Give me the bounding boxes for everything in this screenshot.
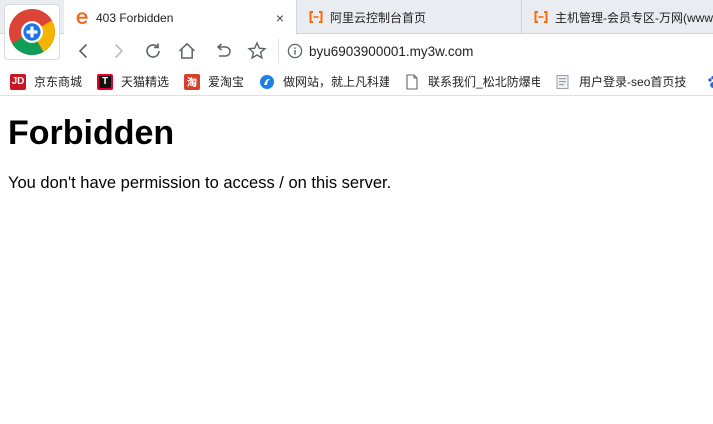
ie-e-icon <box>76 11 88 24</box>
bookmark-fkw[interactable]: 做网站，就上凡科建 <box>249 68 394 95</box>
url-text[interactable]: byu6903900001.my3w.com <box>309 44 473 59</box>
reload-icon <box>146 43 160 58</box>
tab-title: 403 Forbidden <box>96 10 174 25</box>
error-message: You don't have permission to access / on… <box>8 174 392 192</box>
home-icon <box>178 42 196 59</box>
bookmark-label: 联系我们_松北防爆电 <box>428 75 541 89</box>
info-icon[interactable] <box>287 43 303 59</box>
tab-host-management[interactable]: 主机管理-会员专区-万网(www <box>523 0 713 34</box>
page-content: Forbidden You don't have permission to a… <box>0 97 713 424</box>
page-icon <box>404 73 420 90</box>
back-button[interactable] <box>72 39 96 63</box>
tab-title: 阿里云控制台首页 <box>330 10 427 25</box>
bookmark-baidu[interactable] <box>696 68 713 95</box>
back-arrow-icon <box>78 43 88 59</box>
bookmark-seo-login[interactable]: 用户登录-seo首页技 <box>545 68 696 95</box>
aliyun-icon <box>534 11 548 23</box>
browser-logo[interactable] <box>4 4 60 60</box>
taobao-icon: 淘 <box>184 73 201 90</box>
home-button[interactable] <box>175 39 199 63</box>
undo-close-button[interactable] <box>211 39 235 63</box>
address-bar[interactable]: byu6903900001.my3w.com <box>278 39 708 63</box>
aliyun-icon <box>309 11 323 23</box>
baidu-paw-icon <box>706 74 713 90</box>
tab-title: 主机管理-会员专区-万网(www <box>555 10 713 25</box>
fkw-icon <box>259 74 275 90</box>
reload-button[interactable] <box>141 39 165 63</box>
tab-strip: 403 Forbidden × 阿里云控制台首页 主机管理-会员专区-万网(ww… <box>0 0 713 35</box>
bookmark-label: 做网站，就上凡科建 <box>283 75 390 89</box>
bookmark-label: 用户登录-seo首页技 <box>579 75 687 89</box>
bookmark-label: 京东商城 <box>34 75 83 89</box>
tmall-icon: T <box>97 73 114 90</box>
undo-icon <box>216 43 231 57</box>
bookmark-contact[interactable]: 联系我们_松北防爆电 <box>394 68 545 95</box>
browser-logo-icon <box>9 9 55 55</box>
page-title: Forbidden <box>8 114 175 152</box>
bookmark-label: 爱淘宝 <box>208 75 245 89</box>
close-icon[interactable]: × <box>270 10 290 26</box>
tab-aliyun-console[interactable]: 阿里云控制台首页 <box>298 0 522 34</box>
bookmark-star-button[interactable] <box>245 39 269 63</box>
bookmark-jd[interactable]: JD 京东商城 <box>0 68 87 95</box>
forward-arrow-icon <box>114 43 124 59</box>
doc-icon <box>555 74 571 90</box>
bookmark-tmall[interactable]: T 天猫精选 <box>87 68 174 95</box>
bookmark-taobao[interactable]: 淘 爱淘宝 <box>174 68 249 95</box>
jd-icon: JD <box>10 73 26 90</box>
star-icon <box>247 41 267 60</box>
forward-button[interactable] <box>106 39 130 63</box>
tab-403-forbidden[interactable]: 403 Forbidden × <box>64 0 297 35</box>
bookmarks-bar: JD 京东商城 T 天猫精选 淘 爱淘宝 做网站，就上凡科建 联系我们_松北防爆… <box>0 68 713 96</box>
navigation-bar: byu6903900001.my3w.com <box>0 34 713 68</box>
bookmark-label: 天猫精选 <box>121 75 170 89</box>
